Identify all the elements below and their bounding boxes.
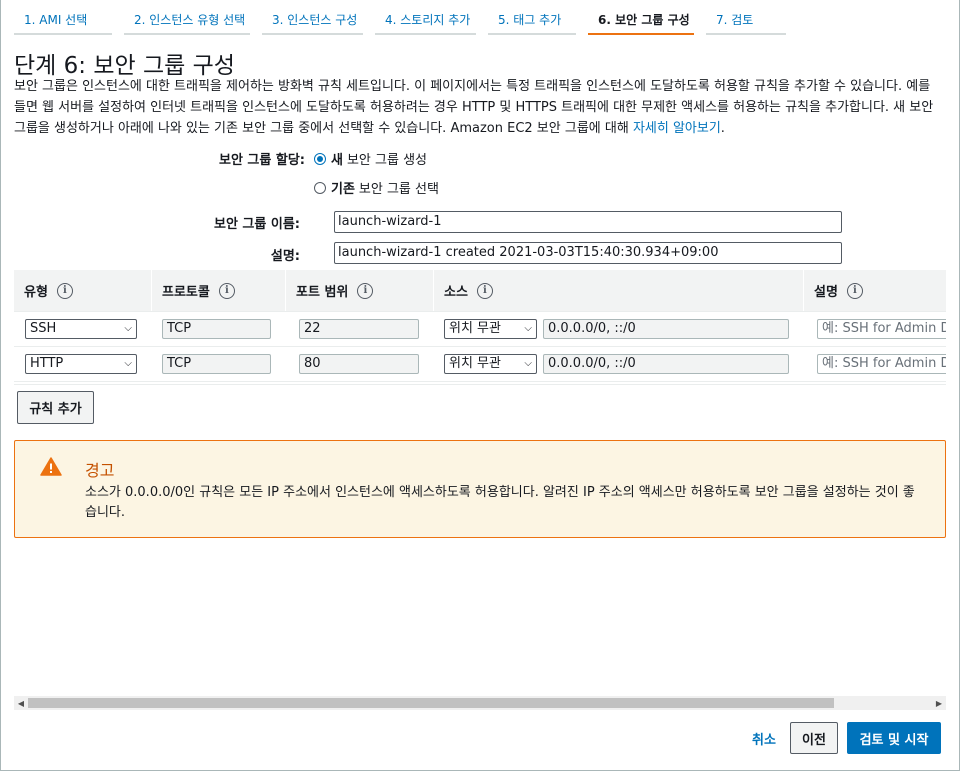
rule-protocol-field: TCP — [162, 354, 271, 374]
learn-more-link[interactable]: 자세히 알아보기 — [633, 121, 721, 136]
security-group-name-label: 보안 그룹 이름: — [213, 217, 300, 232]
tab-step-2[interactable]: 2. 인스턴스 유형 선택 — [124, 8, 250, 35]
column-header-port-range-label: 포트 범위 — [296, 285, 349, 300]
column-header-type: 유형 i — [14, 270, 151, 311]
column-header-source-label: 소스 — [444, 285, 468, 300]
scrollbar-thumb[interactable] — [28, 698, 834, 708]
radio-existing-bold: 기존 — [331, 182, 355, 197]
assign-security-group-label: 보안 그룹 할당: — [218, 153, 305, 168]
rule-description-input[interactable]: 예: SSH for Admin Desktop — [817, 319, 946, 339]
scroll-left-icon[interactable]: ◀ — [14, 696, 28, 710]
chevron-down-icon: ⌵ — [124, 323, 132, 334]
radio-new-security-group[interactable]: 새 보안 그룹 생성 — [314, 149, 427, 168]
radio-button-unselected[interactable] — [314, 181, 326, 194]
chevron-down-icon: ⌵ — [524, 323, 532, 334]
rule-type-select[interactable]: SSH ⌵ — [25, 319, 137, 339]
radio-button-selected[interactable] — [314, 152, 326, 165]
radio-existing-label: 보안 그룹 선택 — [358, 182, 439, 197]
security-group-name-input[interactable]: launch-wizard-1 — [334, 211, 842, 233]
tab-step-4[interactable]: 4. 스토리지 추가 — [375, 8, 476, 35]
page-title: 단계 6: 보안 그룹 구성 — [14, 53, 235, 79]
info-icon[interactable]: i — [476, 282, 493, 299]
column-header-protocol-label: 프로토콜 — [162, 285, 210, 300]
description-end: . — [720, 121, 725, 136]
warning-alert: 경고 소스가 0.0.0.0/0인 규칙은 모든 IP 주소에서 인스턴스에 액… — [14, 440, 946, 538]
cancel-button[interactable]: 취소 — [744, 722, 784, 754]
tab-step-6[interactable]: 6. 보안 그룹 구성 — [588, 8, 694, 35]
column-header-protocol: 프로토콜 i — [151, 270, 285, 311]
table-row: HTTP ⌵ TCP 80 위치 무관 ⌵ 0.0.0.0/0, ::/0 예: S… — [14, 347, 946, 382]
warning-title: 경고 — [85, 461, 115, 480]
radio-new-label: 보안 그룹 생성 — [346, 153, 427, 168]
warning-icon — [40, 457, 62, 476]
rule-source-field: 0.0.0.0/0, ::/0 — [543, 319, 789, 339]
rule-type-value: SSH — [30, 321, 57, 336]
add-rule-button[interactable]: 규칙 추가 — [17, 391, 94, 424]
column-header-description-label: 설명 — [814, 285, 838, 300]
rule-description-input[interactable]: 예: SSH for Admin Desktop — [817, 354, 946, 374]
info-icon[interactable]: i — [56, 282, 73, 299]
column-header-description: 설명 i — [803, 270, 946, 311]
column-header-type-label: 유형 — [24, 285, 48, 300]
column-header-port-range: 포트 범위 i — [285, 270, 433, 311]
description-text: 보안 그룹은 인스턴스에 대한 트래픽을 제어하는 방화벽 규칙 세트입니다. … — [14, 79, 934, 136]
table-row: SSH ⌵ TCP 22 위치 무관 ⌵ 0.0.0.0/0, ::/0 예: SS… — [14, 312, 946, 347]
table-header: 유형 i 프로토콜 i 포트 범위 i 소스 i 설명 i — [14, 270, 946, 312]
rule-port-field: 80 — [299, 354, 419, 374]
rule-source-select-value: 위치 무관 — [449, 356, 501, 371]
rule-type-value: HTTP — [30, 356, 64, 371]
tab-step-7[interactable]: 7. 검토 — [706, 8, 786, 35]
rule-type-select[interactable]: HTTP ⌵ — [25, 354, 137, 374]
tab-step-5[interactable]: 5. 태그 추가 — [488, 8, 576, 35]
rule-source-field: 0.0.0.0/0, ::/0 — [543, 354, 789, 374]
wizard-steps: 1. AMI 선택 2. 인스턴스 유형 선택 3. 인스턴스 구성 4. 스토… — [14, 8, 798, 35]
tab-step-1[interactable]: 1. AMI 선택 — [14, 8, 112, 35]
review-and-launch-button[interactable]: 검토 및 시작 — [847, 722, 941, 754]
scroll-right-icon[interactable]: ▶ — [932, 696, 946, 710]
previous-button[interactable]: 이전 — [790, 722, 838, 754]
tab-step-3[interactable]: 3. 인스턴스 구성 — [262, 8, 363, 35]
radio-new-bold: 새 — [331, 153, 343, 168]
info-icon[interactable]: i — [846, 282, 863, 299]
rule-source-select-value: 위치 무관 — [449, 321, 501, 336]
page-description: 보안 그룹은 인스턴스에 대한 트래픽을 제어하는 방화벽 규칙 세트입니다. … — [14, 76, 946, 139]
security-group-description-label: 설명: — [270, 249, 300, 264]
rule-source-select[interactable]: 위치 무관 ⌵ — [444, 319, 537, 339]
warning-message: 소스가 0.0.0.0/0인 규칙은 모든 IP 주소에서 인스턴스에 액세스하… — [85, 485, 915, 520]
radio-existing-security-group[interactable]: 기존 보안 그룹 선택 — [314, 178, 439, 197]
info-icon[interactable]: i — [357, 282, 374, 299]
horizontal-scrollbar[interactable]: ◀ ▶ — [14, 696, 946, 710]
chevron-down-icon: ⌵ — [124, 358, 132, 369]
rule-protocol-field: TCP — [162, 319, 271, 339]
security-group-description-input[interactable]: launch-wizard-1 created 2021-03-03T15:40… — [334, 242, 842, 264]
chevron-down-icon: ⌵ — [524, 358, 532, 369]
info-icon[interactable]: i — [218, 282, 235, 299]
column-header-source: 소스 i — [433, 270, 803, 311]
rule-source-select[interactable]: 위치 무관 ⌵ — [444, 354, 537, 374]
rule-port-field: 22 — [299, 319, 419, 339]
inbound-rules-table: 유형 i 프로토콜 i 포트 범위 i 소스 i 설명 i SSH ⌵ TCP 2… — [14, 270, 946, 385]
